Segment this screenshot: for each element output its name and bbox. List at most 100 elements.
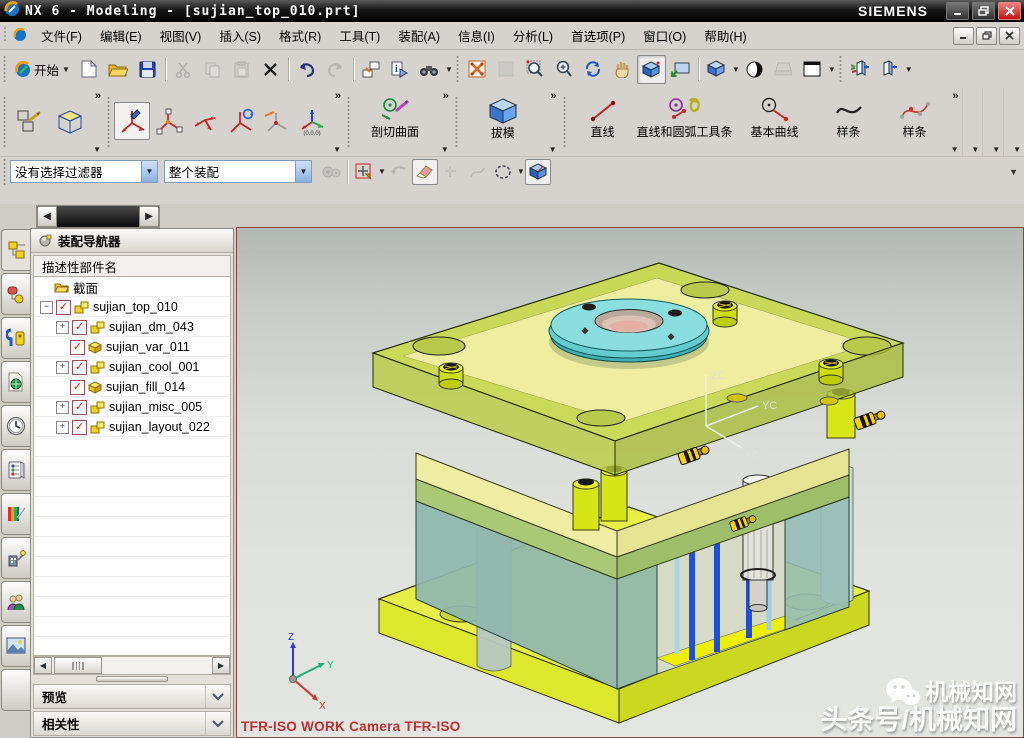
component-checkbox[interactable]: ✓	[72, 420, 87, 435]
line-arc-toolbar-button[interactable]: 直线和圆弧工具条	[636, 90, 734, 154]
panel-splitter[interactable]	[31, 675, 233, 683]
select-point-button[interactable]	[438, 159, 464, 185]
chevron-down-icon[interactable]: ▼	[828, 65, 836, 74]
overflow-chevron-icon[interactable]: »	[335, 90, 341, 102]
resource-bar-slider[interactable]: ◀ ▶	[36, 205, 160, 228]
scroll-thumb[interactable]	[54, 657, 102, 674]
save-file-button[interactable]	[133, 55, 162, 84]
overflow-chevron-icon[interactable]: »	[95, 90, 101, 102]
part-navigator-tab[interactable]	[1, 317, 31, 359]
component-checkbox[interactable]: ✓	[70, 380, 85, 395]
menu-format[interactable]: 格式(R)	[270, 23, 330, 48]
csys-three-axis-button[interactable]	[186, 102, 222, 140]
overflow-chevron-icon[interactable]: »	[952, 90, 958, 102]
csys-rotate-button[interactable]	[222, 102, 258, 140]
mdi-close-button[interactable]	[999, 27, 1020, 45]
shaded-view-button[interactable]	[637, 55, 666, 84]
slider-track[interactable]	[57, 206, 139, 227]
select-curve-button[interactable]	[464, 159, 490, 185]
display-mode-button[interactable]	[769, 55, 798, 84]
scroll-right-arrow[interactable]: ▶	[212, 657, 230, 674]
chevron-expand-icon[interactable]	[205, 712, 230, 735]
cut-button[interactable]	[169, 55, 198, 84]
chevron-expand-icon[interactable]	[205, 685, 230, 708]
roles-tab[interactable]	[1, 581, 31, 623]
lasso-button[interactable]	[490, 159, 516, 185]
restore-view-button[interactable]	[666, 55, 695, 84]
preview-section-bar[interactable]: 预览	[33, 684, 231, 709]
window-layout-button[interactable]	[357, 55, 386, 84]
start-menu-button[interactable]: 开始 ▼	[10, 57, 75, 82]
palettes-tab[interactable]	[1, 449, 31, 491]
undo-button[interactable]	[292, 55, 321, 84]
graphics-viewport[interactable]: ZC YC XC Z Y X TFR-ISO	[236, 227, 1024, 738]
chevron-down-icon[interactable]: ▼	[992, 145, 1000, 154]
rotate-view-button[interactable]	[579, 55, 608, 84]
mdi-restore-button[interactable]	[976, 27, 997, 45]
combo-arrow-icon[interactable]: ▼	[141, 161, 157, 182]
toolbar-overflow-icon[interactable]: ▼	[445, 65, 453, 74]
chevron-down-icon[interactable]: ▼	[93, 145, 101, 154]
background-color-button[interactable]	[798, 55, 827, 84]
scroll-left-arrow[interactable]: ◀	[34, 657, 52, 674]
restore-button[interactable]	[972, 2, 995, 20]
new-file-button[interactable]	[75, 55, 104, 84]
spline-button[interactable]: 样条	[816, 90, 882, 154]
menu-view[interactable]: 视图(V)	[151, 23, 211, 48]
toolbar-grip[interactable]	[562, 95, 567, 149]
edit-section-button[interactable]	[875, 55, 904, 84]
sketch-layout-button[interactable]	[10, 98, 50, 146]
blank-tab[interactable]	[1, 669, 31, 711]
slider-left-arrow[interactable]: ◀	[37, 206, 57, 227]
menu-tools[interactable]: 工具(T)	[330, 23, 389, 48]
csys-dynamic-button[interactable]	[114, 102, 150, 140]
menu-edit[interactable]: 编辑(E)	[91, 23, 151, 48]
paste-button[interactable]	[227, 55, 256, 84]
filter-gears-button[interactable]	[318, 159, 344, 185]
csys-origin-button[interactable]: (0,0,0)	[294, 102, 330, 140]
expand-expander-icon[interactable]: +	[56, 401, 69, 414]
menu-information[interactable]: 信息(I)	[449, 23, 504, 48]
menu-insert[interactable]: 插入(S)	[210, 23, 270, 48]
navigator-header[interactable]: 装配导航器	[31, 229, 233, 253]
line-button[interactable]: 直线	[570, 90, 636, 154]
constraint-navigator-tab[interactable]	[1, 273, 31, 315]
toolbar-grip[interactable]	[346, 95, 351, 149]
csys-offset-button[interactable]	[258, 102, 294, 140]
chevron-down-icon[interactable]: ▼	[971, 145, 979, 154]
isometric-view-button[interactable]	[702, 55, 731, 84]
delete-button[interactable]	[256, 55, 285, 84]
component-checkbox[interactable]: ✓	[56, 300, 71, 315]
section-surface-button[interactable]: 剖切曲面	[354, 90, 436, 154]
snap-point-button[interactable]	[351, 159, 377, 185]
3d-scene[interactable]: ZC YC XC Z Y X	[237, 228, 1023, 737]
toolbar-grip[interactable]	[838, 56, 843, 82]
scroll-track[interactable]	[102, 657, 212, 674]
assembly-navigator-tab[interactable]	[1, 229, 32, 271]
basic-curves-button[interactable]: 基本曲线	[734, 90, 816, 154]
chevron-down-icon[interactable]: ▼	[1013, 145, 1021, 154]
menu-analysis[interactable]: 分析(L)	[504, 23, 562, 48]
mdi-minimize-button[interactable]	[953, 27, 974, 45]
toolbar-grip[interactable]	[2, 56, 7, 82]
chevron-down-icon[interactable]: ▼	[333, 145, 341, 154]
toolbar-grip[interactable]	[2, 159, 7, 185]
toolbar-grip[interactable]	[2, 95, 7, 149]
locating-ring[interactable]	[549, 299, 709, 369]
fit-view-button[interactable]	[463, 55, 492, 84]
minimize-button[interactable]	[946, 2, 969, 20]
tree-row-child[interactable]: + ✓ sujian_dm_043	[34, 317, 230, 337]
reuse-library-tab[interactable]	[1, 361, 31, 403]
chevron-down-icon[interactable]: ▼	[517, 167, 525, 176]
copy-button[interactable]	[198, 55, 227, 84]
overflow-chevron-icon[interactable]: »	[443, 90, 449, 102]
shaded-selection-button[interactable]	[525, 159, 551, 185]
toolbar-grip[interactable]	[454, 95, 459, 149]
menu-assemblies[interactable]: 装配(A)	[389, 23, 449, 48]
close-button[interactable]	[998, 2, 1021, 20]
slider-right-arrow[interactable]: ▶	[139, 206, 159, 227]
find-button[interactable]	[415, 55, 444, 84]
component-checkbox[interactable]: ✓	[72, 400, 87, 415]
overflow-chevron-icon[interactable]: »	[550, 90, 556, 102]
component-checkbox[interactable]: ✓	[70, 340, 85, 355]
